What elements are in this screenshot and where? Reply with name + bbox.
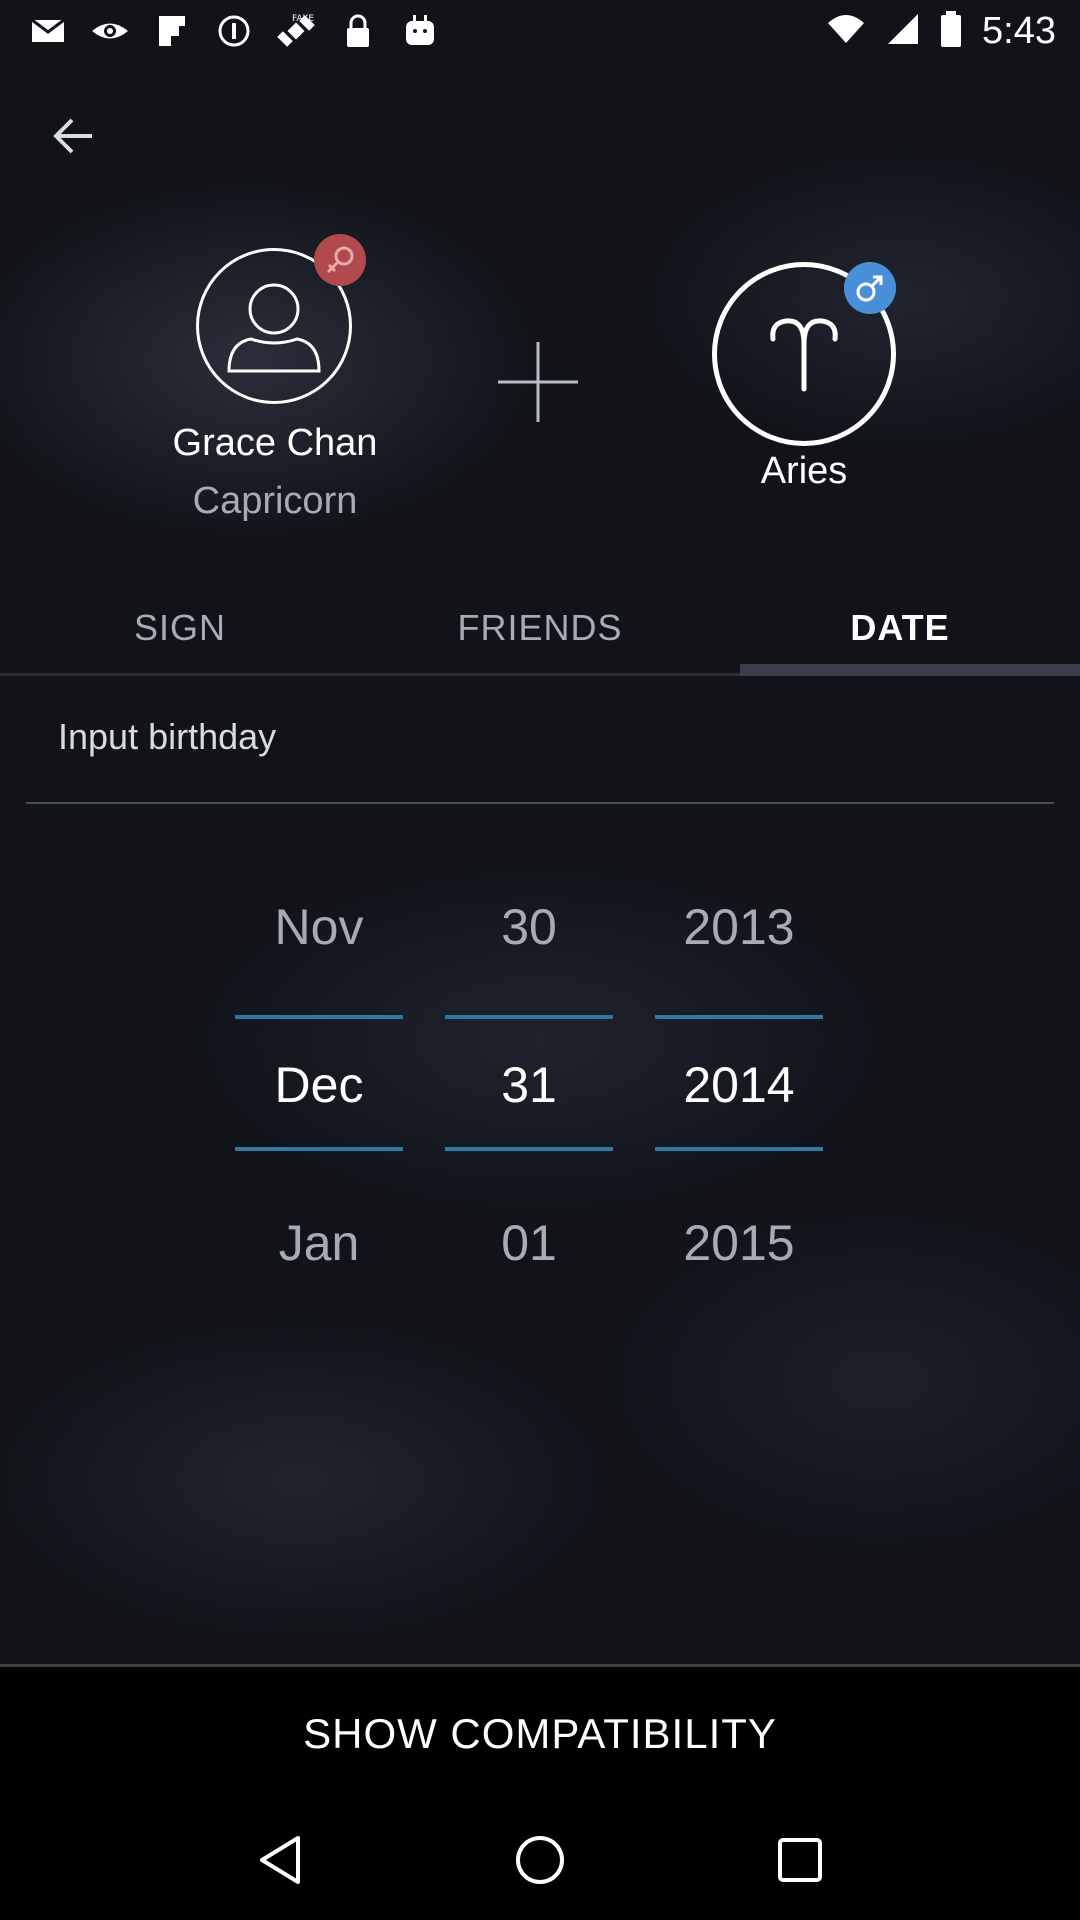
month-prev[interactable]: Nov [235,898,403,956]
tab-date[interactable]: DATE [720,580,1080,676]
nav-recents-icon [778,1838,822,1882]
profile-sign: Capricorn [192,480,358,522]
back-button[interactable] [42,108,102,164]
system-nav-bar [0,1800,1080,1920]
nav-recents-button[interactable] [760,1820,840,1900]
android-icon [400,11,440,51]
satellite-fake-gps-icon: FAKE [276,11,316,51]
tab-sign[interactable]: SIGN [0,580,360,676]
partner-sign-label: Aries [760,450,848,492]
year-selection-bottom-line [655,1147,823,1151]
signal-icon [886,12,920,51]
arrow-back-icon [53,118,92,154]
show-compatibility-button[interactable]: SHOW COMPATIBILITY [0,1664,1080,1800]
svg-text:FAKE: FAKE [292,14,314,24]
system-status: 5:43 [826,10,1056,53]
month-next[interactable]: Jan [235,1214,403,1272]
month-current[interactable]: Dec [235,1056,403,1114]
flipboard-icon [152,11,192,51]
day-selection-top-line [445,1015,613,1019]
wifi-icon [826,13,866,50]
battery-icon [940,10,962,52]
year-next[interactable]: 2015 [655,1214,823,1272]
tab-friends[interactable]: FRIENDS [360,580,720,676]
tab-bar: SIGN FRIENDS DATE [0,580,1080,676]
year-prev[interactable]: 2013 [655,898,823,956]
clock: 5:43 [982,9,1056,52]
tab-active-indicator [740,664,1080,676]
aries-icon [770,318,838,392]
male-badge [844,262,896,314]
lock-icon [338,11,378,51]
day-selection-bottom-line [445,1147,613,1151]
nav-back-icon [260,1836,300,1884]
info-icon [214,11,254,51]
nav-back-button[interactable] [240,1820,320,1900]
eye-icon [90,11,130,51]
female-icon [326,246,354,274]
notification-icons: FAKE [28,11,440,51]
show-compatibility-label: SHOW COMPATIBILITY [303,1709,777,1757]
year-current[interactable]: 2014 [655,1056,823,1114]
male-icon [856,275,883,302]
day-next[interactable]: 01 [445,1214,613,1272]
profile-name: Grace Chan [172,422,378,464]
year-selection-top-line [655,1015,823,1019]
female-badge [314,234,366,286]
day-prev[interactable]: 30 [445,898,613,956]
day-current[interactable]: 31 [445,1056,613,1114]
plus-icon [498,342,578,422]
add-button[interactable] [496,340,580,424]
month-selection-top-line [235,1015,403,1019]
nav-home-button[interactable] [500,1820,580,1900]
birthday-divider [26,802,1054,804]
nav-home-icon [516,1836,564,1884]
birthday-label: Input birthday [58,716,277,757]
status-bar: FAKE 5:43 [0,0,1080,62]
mail-icon [28,11,68,51]
month-selection-bottom-line [235,1147,403,1151]
